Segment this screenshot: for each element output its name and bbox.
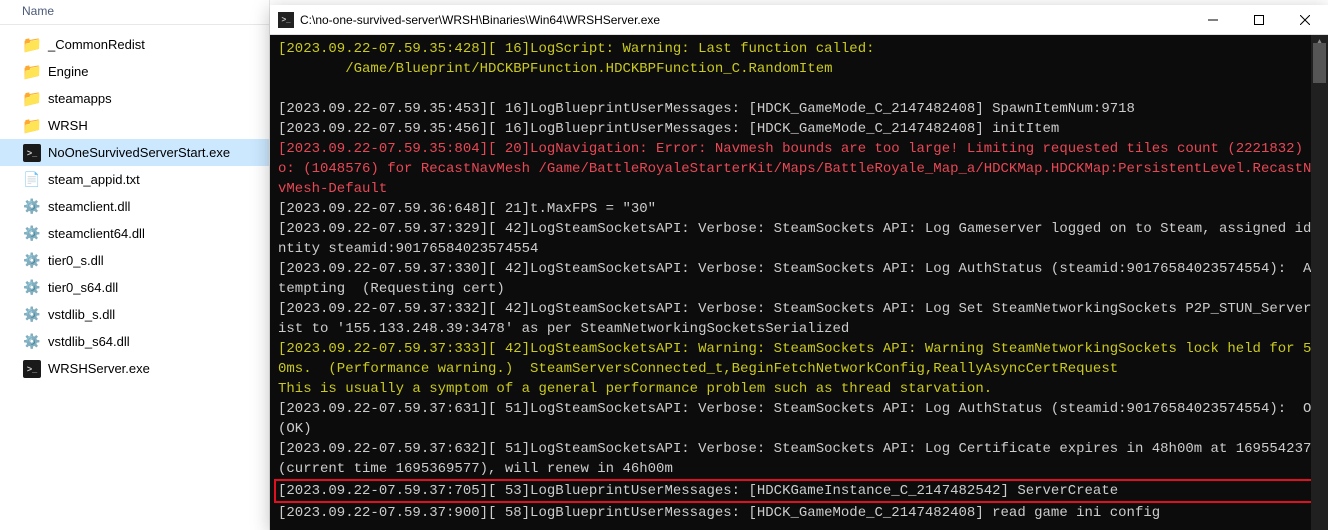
file-label: steamapps	[48, 91, 112, 106]
file-label: WRSH	[48, 118, 88, 133]
log-line: /Game/Blueprint/HDCKBPFunction.HDCKBPFun…	[278, 59, 1320, 79]
log-line: [2023.09.22-07.59.37:330][ 42]LogSteamSo…	[278, 259, 1320, 299]
file-label: tier0_s.dll	[48, 253, 104, 268]
file-row[interactable]: WRSHServer.exe	[0, 355, 269, 382]
log-line: [2023.09.22-07.59.37:329][ 42]LogSteamSo…	[278, 219, 1320, 259]
titlebar[interactable]: C:\no-one-survived-server\WRSH\Binaries\…	[270, 5, 1328, 35]
log-line: [2023.09.22-07.59.35:804][ 20]LogNavigat…	[278, 139, 1320, 199]
folder-icon	[22, 89, 42, 109]
scroll-thumb[interactable]	[1313, 43, 1326, 83]
file-row[interactable]: vstdlib_s64.dll	[0, 328, 269, 355]
file-row[interactable]: vstdlib_s.dll	[0, 301, 269, 328]
log-line: This is usually a symptom of a general p…	[278, 379, 1320, 399]
gear-icon	[22, 278, 42, 298]
file-list: _CommonRedist Engine steamapps WRSH NoOneSur…	[0, 25, 269, 382]
highlighted-log-line: [2023.09.22-07.59.37:705][ 53]LogBluepri…	[274, 479, 1320, 503]
gear-icon	[22, 305, 42, 325]
gear-icon	[22, 197, 42, 217]
file-row[interactable]: tier0_s.dll	[0, 247, 269, 274]
file-explorer-panel: Name _CommonRedist Engine steamapps WRSH NoO…	[0, 0, 270, 530]
file-row[interactable]: steam_appid.txt	[0, 166, 269, 193]
terminal-icon	[22, 359, 42, 379]
file-row[interactable]: tier0_s64.dll	[0, 274, 269, 301]
close-button[interactable]	[1282, 5, 1328, 35]
gear-icon	[22, 224, 42, 244]
log-line: [2023.09.22-07.59.37:900][ 58]LogBluepri…	[278, 503, 1320, 523]
log-line: [2023.09.22-07.59.35:453][ 16]LogBluepri…	[278, 99, 1320, 119]
log-line: [2023.09.22-07.59.37:332][ 42]LogSteamSo…	[278, 299, 1320, 339]
folder-icon	[22, 62, 42, 82]
file-row[interactable]: NoOneSurvivedServerStart.exe	[0, 139, 269, 166]
folder-icon	[22, 35, 42, 55]
file-label: steamclient.dll	[48, 199, 130, 214]
file-row[interactable]: steamclient.dll	[0, 193, 269, 220]
file-label: Engine	[48, 64, 88, 79]
log-line: [2023.09.22-07.59.36:648][ 21]t.MaxFPS =…	[278, 199, 1320, 219]
folder-icon	[22, 116, 42, 136]
file-row[interactable]: Engine	[0, 58, 269, 85]
log-line: [2023.09.22-07.59.37:632][ 51]LogSteamSo…	[278, 439, 1320, 479]
file-label: vstdlib_s64.dll	[48, 334, 130, 349]
log-line: [2023.09.22-07.59.37:705][ 53]LogBluepri…	[278, 483, 1118, 499]
gear-icon	[22, 251, 42, 271]
file-label: steam_appid.txt	[48, 172, 140, 187]
scrollbar[interactable]: ▲	[1311, 35, 1328, 530]
log-line: [2023.09.22-07.59.35:456][ 16]LogBluepri…	[278, 119, 1320, 139]
app-icon	[278, 12, 294, 28]
file-label: tier0_s64.dll	[48, 280, 118, 295]
file-label: _CommonRedist	[48, 37, 145, 52]
file-label: NoOneSurvivedServerStart.exe	[48, 145, 230, 160]
file-row[interactable]: steamclient64.dll	[0, 220, 269, 247]
file-row[interactable]: _CommonRedist	[0, 31, 269, 58]
file-label: WRSHServer.exe	[48, 361, 150, 376]
log-line: [2023.09.22-07.59.37:333][ 42]LogSteamSo…	[278, 339, 1320, 379]
file-label: vstdlib_s.dll	[48, 307, 115, 322]
log-line: [2023.09.22-07.59.35:428][ 16]LogScript:…	[278, 39, 1320, 59]
minimize-button[interactable]	[1190, 5, 1236, 35]
column-header-name[interactable]: Name	[0, 0, 269, 25]
file-row[interactable]: WRSH	[0, 112, 269, 139]
gear-icon	[22, 332, 42, 352]
file-label: steamclient64.dll	[48, 226, 145, 241]
console-output[interactable]: [2023.09.22-07.59.35:428][ 16]LogScript:…	[270, 35, 1328, 530]
terminal-icon	[22, 143, 42, 163]
window-title: C:\no-one-survived-server\WRSH\Binaries\…	[300, 13, 1190, 27]
document-icon	[22, 170, 42, 190]
file-row[interactable]: steamapps	[0, 85, 269, 112]
console-window: C:\no-one-survived-server\WRSH\Binaries\…	[270, 5, 1328, 530]
log-line: [2023.09.22-07.59.37:631][ 51]LogSteamSo…	[278, 399, 1320, 439]
maximize-button[interactable]	[1236, 5, 1282, 35]
